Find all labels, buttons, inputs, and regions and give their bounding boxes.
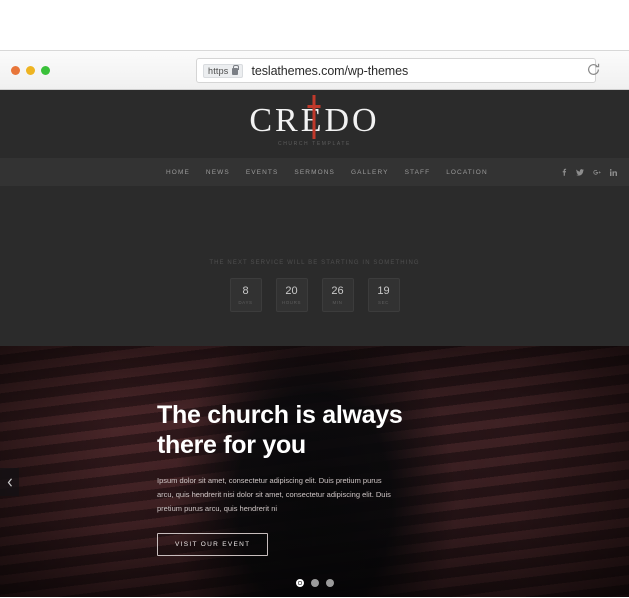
countdown-hours-label: HOURS: [281, 299, 302, 305]
countdown-minutes-label: MIN: [332, 299, 343, 305]
slider-dot-3[interactable]: [325, 579, 334, 587]
nav-item-home[interactable]: HOME: [166, 169, 190, 176]
countdown-days-value: 8: [242, 284, 249, 297]
countdown-box-minutes: 26 MIN: [321, 278, 354, 312]
https-label: https: [208, 65, 229, 76]
countdown-section: THE NEXT SERVICE WILL BE STARTING IN SOM…: [0, 251, 629, 346]
nav-item-staff[interactable]: STAFF: [405, 169, 431, 176]
minimize-window-button[interactable]: [26, 65, 35, 75]
countdown-box-seconds: 19 SEC: [367, 278, 400, 312]
logo-text-credo: CREDO: [249, 95, 379, 139]
visit-our-event-button[interactable]: VISIT OUR EVENT: [157, 532, 269, 556]
lock-icon: [231, 65, 239, 75]
nav-item-gallery[interactable]: GALLERY: [351, 169, 389, 176]
nav-item-location[interactable]: LOCATION: [446, 169, 488, 176]
reload-icon[interactable]: [586, 62, 601, 77]
slider-pagination-dots: [0, 579, 629, 587]
hero-title: The church is always there for you: [157, 401, 427, 460]
countdown-seconds-value: 19: [377, 284, 390, 297]
browser-window: https teslathemes.com/wp-themes CREDO: [0, 50, 629, 598]
countdown-seconds-label: SEC: [377, 299, 390, 305]
browser-chrome-bar: https teslathemes.com/wp-themes: [0, 50, 629, 90]
slider-dot-1[interactable]: [295, 579, 304, 587]
slider-dot-2[interactable]: [310, 579, 319, 587]
twitter-icon[interactable]: [576, 168, 584, 176]
hero-description: Ipsum dolor sit amet, consectetur adipis…: [157, 476, 391, 513]
url-text: teslathemes.com/wp-themes: [251, 63, 409, 78]
cross-icon: [307, 95, 321, 139]
hero-content: The church is always there for you Ipsum…: [157, 401, 427, 556]
site-header: CREDO CHURCH TEMPLATE HOME NEWS EVENTS S…: [0, 90, 629, 251]
countdown-hours-value: 20: [285, 284, 298, 297]
nav-item-news[interactable]: NEWS: [206, 169, 230, 176]
countdown-days-label: DAYS: [238, 299, 253, 305]
social-icon-group: [561, 158, 617, 186]
linkedin-icon[interactable]: [610, 168, 617, 176]
window-traffic-lights: [11, 65, 50, 75]
nav-item-sermons[interactable]: SERMONS: [294, 169, 335, 176]
website-viewport: CREDO CHURCH TEMPLATE HOME NEWS EVENTS S…: [0, 90, 629, 597]
google-plus-icon[interactable]: [593, 169, 601, 176]
countdown-note: THE NEXT SERVICE WILL BE STARTING IN SOM…: [209, 260, 420, 266]
hero-slider: The church is always there for you Ipsum…: [0, 346, 629, 597]
screenshot-root: https teslathemes.com/wp-themes CREDO: [0, 0, 629, 598]
maximize-window-button[interactable]: [41, 65, 50, 75]
countdown-boxes: 8 DAYS 20 HOURS 26 MIN 19 SEC: [0, 278, 629, 312]
hero-title-line2: there for you: [157, 430, 306, 459]
slider-prev-button[interactable]: [0, 468, 19, 496]
logo-tagline: CHURCH TEMPLATE: [278, 141, 351, 147]
countdown-minutes-value: 26: [331, 284, 344, 297]
close-window-button[interactable]: [11, 65, 20, 75]
nav-item-events[interactable]: EVENTS: [246, 169, 279, 176]
site-logo[interactable]: CREDO CHURCH TEMPLATE: [0, 90, 629, 147]
facebook-icon[interactable]: [561, 168, 567, 176]
countdown-box-days: 8 DAYS: [229, 278, 262, 312]
https-badge: https: [203, 63, 243, 78]
hero-title-line1: The church is always: [157, 401, 403, 429]
address-bar[interactable]: https teslathemes.com/wp-themes: [196, 58, 596, 83]
nav-menu: HOME NEWS EVENTS SERMONS GALLERY STAFF L…: [166, 169, 488, 176]
primary-navigation-bar: HOME NEWS EVENTS SERMONS GALLERY STAFF L…: [0, 158, 629, 186]
countdown-box-hours: 20 HOURS: [275, 278, 308, 312]
